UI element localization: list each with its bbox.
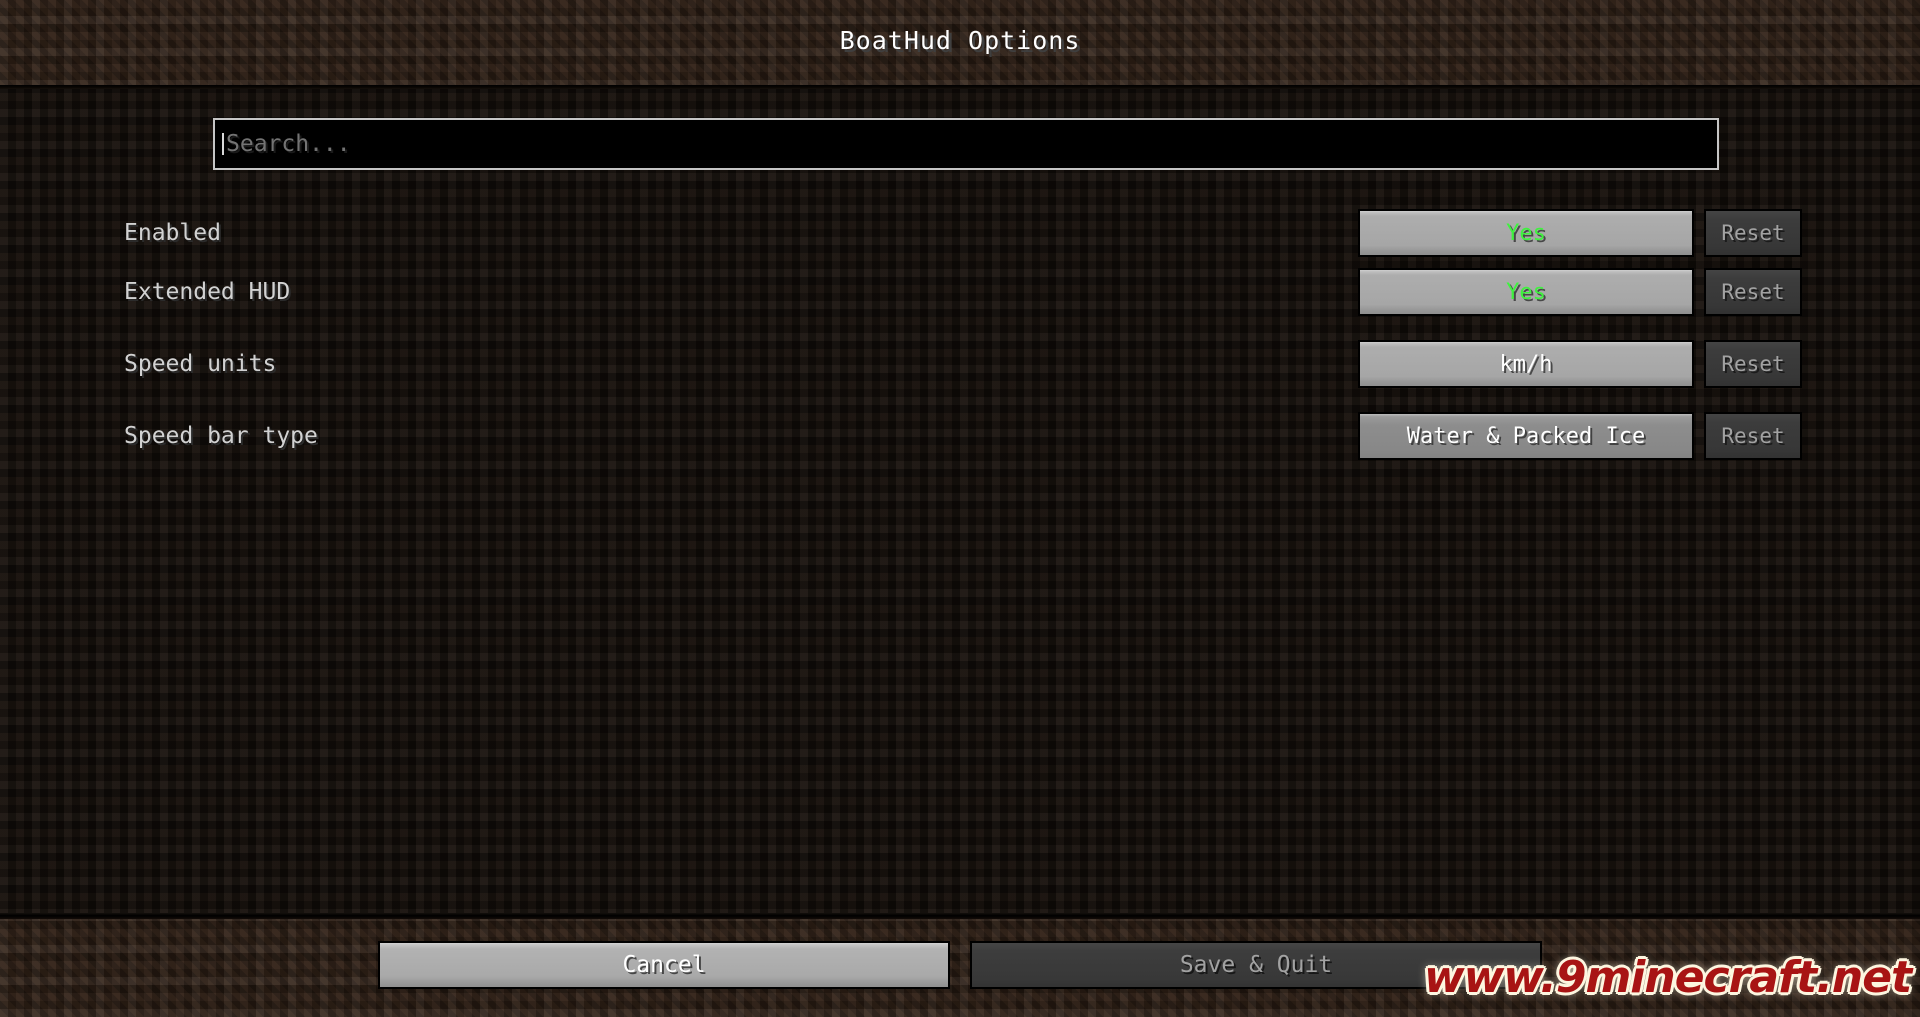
search-input[interactable]: Search... — [213, 118, 1719, 170]
option-value-label: km/h — [1499, 351, 1553, 377]
reset-button-extended-hud[interactable]: Reset — [1704, 268, 1802, 316]
option-value-label: Yes — [1506, 279, 1546, 305]
option-label: Enabled — [124, 220, 221, 246]
option-value-button-extended-hud[interactable]: Yes — [1358, 268, 1694, 316]
reset-button-speed-bar-type[interactable]: Reset — [1704, 412, 1802, 460]
text-cursor — [222, 133, 224, 155]
option-label: Speed bar type — [124, 423, 318, 449]
cancel-button-label: Cancel — [622, 952, 706, 978]
option-row-speed-units: Speed units km/h Reset — [0, 340, 1920, 388]
page-title: BoatHud Options — [839, 26, 1081, 55]
option-value-button-speed-bar-type[interactable]: Water & Packed Ice — [1358, 412, 1694, 460]
option-value-button-speed-units[interactable]: km/h — [1358, 340, 1694, 388]
option-value-button-enabled[interactable]: Yes — [1358, 209, 1694, 257]
option-row-extended-hud: Extended HUD Yes Reset — [0, 268, 1920, 316]
cancel-button[interactable]: Cancel — [378, 941, 950, 989]
option-label: Speed units — [124, 351, 277, 377]
option-value-label: Water & Packed Ice — [1406, 423, 1646, 449]
minecraft-options-screen: BoatHud Options Search... Enabled Yes Re… — [0, 0, 1920, 1017]
option-label: Extended HUD — [124, 279, 291, 305]
site-watermark: www.9minecraft.net — [1424, 952, 1912, 1003]
save-button-label: Save & Quit — [1179, 952, 1333, 978]
option-value-label: Yes — [1506, 220, 1546, 246]
reset-button-speed-units[interactable]: Reset — [1704, 340, 1802, 388]
reset-button-enabled[interactable]: Reset — [1704, 209, 1802, 257]
option-row-speed-bar-type: Speed bar type Water & Packed Ice Reset — [0, 412, 1920, 460]
option-row-enabled: Enabled Yes Reset — [0, 209, 1920, 257]
search-placeholder-text: Search... — [226, 131, 351, 157]
